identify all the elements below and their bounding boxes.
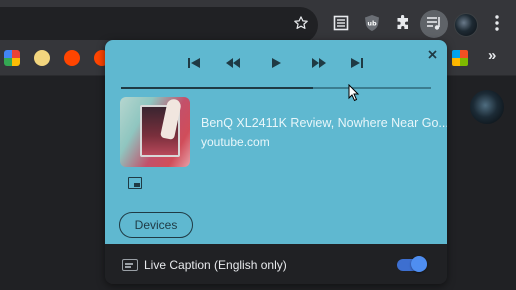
page-avatar <box>470 90 504 124</box>
more-menu-icon[interactable] <box>486 12 508 34</box>
progress-bar[interactable] <box>121 87 431 89</box>
next-track-icon[interactable] <box>347 55 367 71</box>
toggle-knob <box>411 256 427 272</box>
track-source: youtube.com <box>201 135 270 149</box>
close-icon[interactable] <box>425 47 439 61</box>
live-caption-label: Live Caption (English only) <box>144 258 287 272</box>
ublock-icon[interactable]: ub <box>361 12 383 34</box>
star-icon[interactable] <box>290 12 312 34</box>
extensions-icon[interactable] <box>392 12 414 34</box>
address-bar[interactable] <box>0 7 318 43</box>
previous-track-icon[interactable] <box>184 55 204 71</box>
reading-list-icon[interactable] <box>330 12 352 34</box>
media-item: BenQ XL2411K Review, Nowhere Near Go... … <box>105 40 447 244</box>
mouse-cursor-icon <box>348 84 360 102</box>
track-title: BenQ XL2411K Review, Nowhere Near Go... <box>201 116 447 130</box>
browser-toolbar: ub <box>0 0 516 43</box>
video-thumbnail <box>120 97 190 167</box>
svg-text:ub: ub <box>367 20 377 28</box>
bookmark-favicon[interactable] <box>4 50 20 66</box>
bookmark-favicon[interactable] <box>34 50 50 66</box>
microsoft-favicon[interactable] <box>452 50 468 66</box>
seek-backward-icon[interactable] <box>223 55 243 71</box>
live-caption-toggle[interactable] <box>397 256 427 272</box>
devices-button[interactable]: Devices <box>119 212 193 238</box>
seek-forward-icon[interactable] <box>309 55 329 71</box>
media-controls-popup: BenQ XL2411K Review, Nowhere Near Go... … <box>105 40 447 284</box>
captions-icon <box>122 259 138 271</box>
play-icon[interactable] <box>266 55 286 71</box>
bookmarks-overflow-button[interactable]: » <box>488 47 496 64</box>
reddit-favicon[interactable] <box>64 50 80 66</box>
picture-in-picture-icon[interactable] <box>128 177 142 189</box>
live-caption-row: Live Caption (English only) <box>105 244 447 284</box>
media-controls-icon[interactable] <box>423 12 445 34</box>
progress-bar-fill <box>121 87 314 89</box>
profile-avatar[interactable] <box>454 13 478 37</box>
